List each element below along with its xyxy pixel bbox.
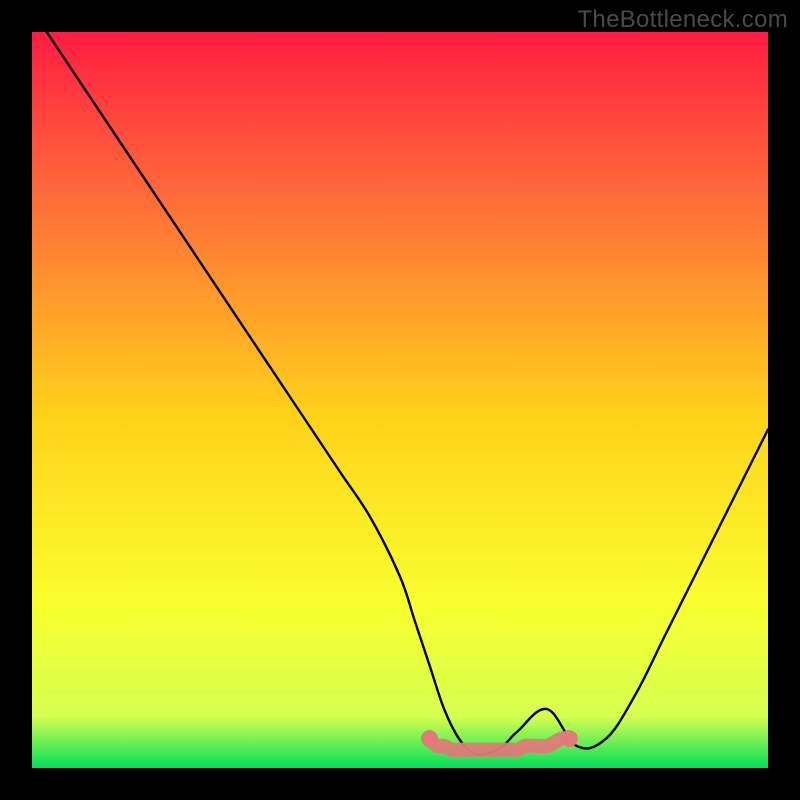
plot-area [32, 32, 768, 768]
plot-svg [32, 32, 768, 768]
chart-outer: TheBottleneck.com [0, 0, 800, 800]
pink-marker-cap [561, 730, 578, 747]
pink-marker-cap [421, 730, 438, 747]
gradient-background [32, 32, 768, 768]
watermark-text: TheBottleneck.com [577, 6, 788, 34]
